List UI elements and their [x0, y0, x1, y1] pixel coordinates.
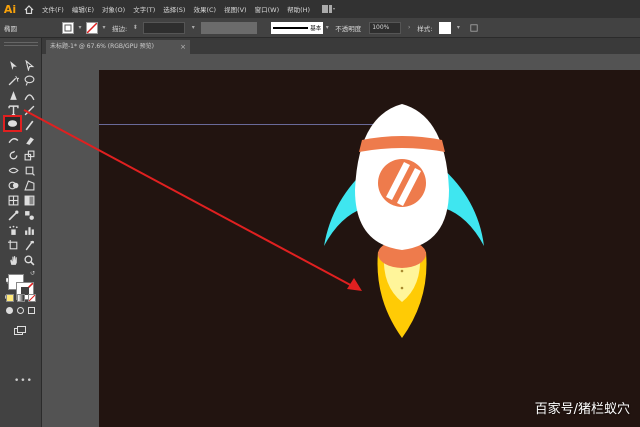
- graphic-style-swatch[interactable]: [439, 21, 452, 34]
- ellipse-tool-icon[interactable]: [3, 115, 22, 132]
- magic-wand-tool-icon[interactable]: [6, 73, 20, 87]
- menu-bar: Ai 文件(F) 编辑(E) 对象(O) 文字(T) 选择(S) 效果(C) 视…: [0, 0, 640, 18]
- stroke-dropdown-icon[interactable]: ▾: [100, 23, 108, 33]
- document-tab-title: 未标题-1* @ 67.6% (RGB/GPU 预览): [50, 43, 154, 50]
- brush-definition-select[interactable]: 基本: [271, 21, 324, 34]
- fill-swatch[interactable]: [62, 21, 74, 34]
- menu-help[interactable]: 帮助(H): [283, 4, 314, 14]
- default-colors-icon[interactable]: [4, 286, 11, 301]
- stroke-swatch[interactable]: [86, 21, 98, 34]
- swap-fill-stroke-icon[interactable]: ↺: [30, 270, 35, 277]
- stroke-weight-stepper-icon[interactable]: ⬍: [131, 23, 139, 33]
- edit-toolbar-icon[interactable]: •••: [14, 376, 33, 386]
- none-mode-icon[interactable]: [28, 294, 36, 302]
- toolbar-grip[interactable]: [4, 42, 38, 46]
- shape-builder-tool-icon[interactable]: [6, 178, 20, 192]
- artboard-tool-icon[interactable]: [6, 238, 20, 252]
- rocket-flame-dot-1: [400, 269, 404, 273]
- rocket-flame-dot-2: [400, 286, 404, 290]
- stroke-label: 描边:: [112, 24, 128, 33]
- zoom-tool-icon[interactable]: [22, 253, 36, 267]
- menu-object[interactable]: 对象(O): [98, 4, 129, 14]
- menu-select[interactable]: 选择(S): [159, 4, 189, 14]
- eraser-tool-icon[interactable]: [22, 133, 36, 147]
- perspective-grid-tool-icon[interactable]: [22, 178, 36, 192]
- document-tab-bar: 未标题-1* @ 67.6% (RGB/GPU 预览) ×: [42, 38, 640, 54]
- control-bar: 椭圆 ▾ ▾ 描边: ⬍ ▾ 基本 ▾ 不透明度 100% › 样式: ▾: [0, 18, 640, 38]
- menu-file[interactable]: 文件(F): [38, 4, 68, 14]
- blend-tool-icon[interactable]: [22, 208, 36, 222]
- symbol-sprayer-tool-icon[interactable]: [6, 223, 20, 237]
- slice-tool-icon[interactable]: [22, 238, 36, 252]
- align-icon[interactable]: [470, 23, 479, 33]
- draw-normal-icon[interactable]: [6, 307, 13, 314]
- menu-view[interactable]: 视图(V): [220, 4, 251, 14]
- opacity-dropdown-icon[interactable]: ›: [405, 23, 413, 33]
- opacity-label[interactable]: 不透明度: [331, 23, 365, 33]
- opacity-input[interactable]: 100%: [369, 21, 402, 34]
- tools-panel: ↺ •••: [0, 38, 42, 427]
- watermark: 百家号/猪栏蚁穴: [534, 402, 630, 417]
- gradient-tool-icon[interactable]: [22, 193, 36, 207]
- style-dropdown-icon[interactable]: ▾: [454, 23, 462, 33]
- paintbrush-tool-icon[interactable]: [22, 118, 36, 132]
- color-mode-icon[interactable]: [6, 294, 14, 302]
- style-label: 样式:: [417, 24, 433, 33]
- brush-line-preview: [273, 26, 309, 29]
- type-tool-icon[interactable]: [6, 103, 20, 117]
- brush-dropdown-icon[interactable]: ▾: [323, 23, 331, 33]
- brush-profile-label: 基本: [310, 25, 322, 32]
- selection-tool-icon[interactable]: [6, 58, 20, 72]
- menu-window[interactable]: 窗口(W): [251, 4, 284, 14]
- line-segment-tool-icon[interactable]: [22, 103, 36, 117]
- shaper-tool-icon[interactable]: [6, 133, 20, 147]
- home-icon[interactable]: [20, 0, 38, 18]
- draw-inside-icon[interactable]: [28, 307, 35, 314]
- curvature-tool-icon[interactable]: [22, 88, 36, 102]
- screen-mode-icon[interactable]: [14, 320, 26, 335]
- rocket-illustration[interactable]: [322, 104, 486, 340]
- menu-edit[interactable]: 编辑(E): [68, 4, 98, 14]
- free-transform-tool-icon[interactable]: [22, 163, 36, 177]
- illustrator-window: Ai 文件(F) 编辑(E) 对象(O) 文字(T) 选择(S) 效果(C) 视…: [0, 0, 640, 427]
- scale-tool-icon[interactable]: [22, 148, 36, 162]
- stroke-weight-dropdown-icon[interactable]: ▾: [189, 23, 197, 33]
- mesh-tool-icon[interactable]: [6, 193, 20, 207]
- app-logo: Ai: [3, 2, 17, 16]
- close-tab-icon[interactable]: ×: [180, 40, 186, 54]
- hand-tool-icon[interactable]: [6, 253, 20, 267]
- direct-selection-tool-icon[interactable]: [22, 58, 36, 72]
- gradient-mode-icon[interactable]: [17, 294, 25, 302]
- menu-type[interactable]: 文字(T): [129, 4, 159, 14]
- pen-tool-icon[interactable]: [6, 88, 20, 102]
- draw-behind-icon[interactable]: [17, 307, 24, 314]
- width-tool-icon[interactable]: [6, 163, 20, 177]
- eyedropper-tool-icon[interactable]: [6, 208, 20, 222]
- menu-effect[interactable]: 效果(C): [189, 4, 220, 14]
- column-graph-tool-icon[interactable]: [22, 223, 36, 237]
- selection-type-label: 椭圆: [4, 24, 17, 33]
- fill-dropdown-icon[interactable]: ▾: [76, 23, 84, 33]
- variable-width-profile[interactable]: [201, 21, 258, 34]
- rotate-tool-icon[interactable]: [6, 148, 20, 162]
- lasso-tool-icon[interactable]: [22, 73, 36, 87]
- document-tab[interactable]: 未标题-1* @ 67.6% (RGB/GPU 预览) ×: [46, 40, 190, 54]
- stroke-weight-input[interactable]: [143, 21, 186, 34]
- workspace-switcher-icon[interactable]: [322, 4, 336, 14]
